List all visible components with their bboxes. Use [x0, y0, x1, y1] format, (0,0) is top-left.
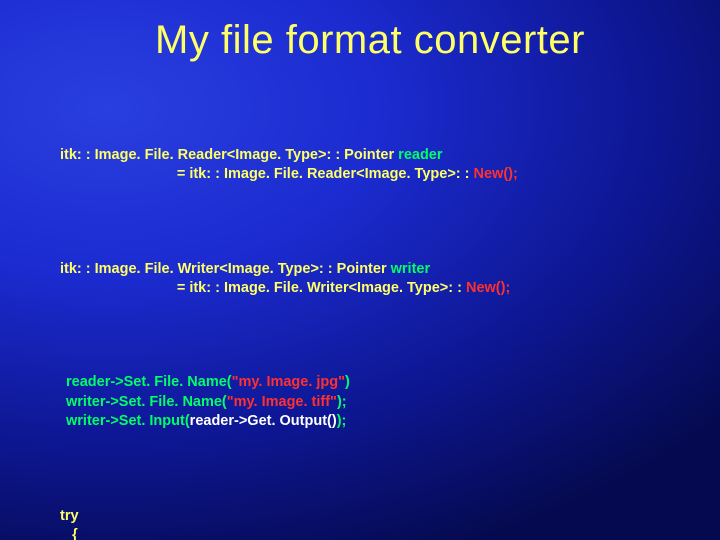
reader-setfn-call: reader->Set. File. Name( — [66, 374, 232, 390]
writer-setinput-close: ); — [337, 413, 347, 429]
writer-new-call: New(); — [466, 280, 510, 296]
writer-decl-type: itk: : Image. File. Writer<Image. Type>:… — [60, 261, 391, 277]
reader-decl-block: itk: : Image. File. Reader<Image. Type>:… — [60, 146, 680, 185]
writer-decl-block: itk: : Image. File. Writer<Image. Type>:… — [60, 260, 680, 299]
setfilename-block: reader->Set. File. Name("my. Image. jpg"… — [60, 373, 680, 432]
slide: My file format converter itk: : Image. F… — [0, 0, 720, 540]
try-open-brace: { — [60, 527, 78, 540]
writer-filename: "my. Image. tiff" — [227, 394, 337, 410]
code-body: itk: : Image. File. Reader<Image. Type>:… — [60, 87, 680, 540]
reader-setfn-close: ) — [345, 374, 350, 390]
slide-title: My file format converter — [60, 18, 680, 63]
reader-decl-type: itk: : Image. File. Reader<Image. Type>:… — [60, 147, 398, 163]
reader-new-call: New(); — [474, 166, 518, 182]
writer-assign-lhs: = itk: : Image. File. Writer<Image. Type… — [60, 280, 466, 296]
reader-getoutput: reader->Get. Output() — [190, 413, 337, 429]
writer-setinput-call: writer->Set. Input( — [66, 413, 190, 429]
reader-filename: "my. Image. jpg" — [232, 374, 345, 390]
try-catch-block: try { writer- >Update(); } catch (itk: :… — [60, 507, 680, 540]
writer-setfn-call: writer->Set. File. Name( — [66, 394, 227, 410]
reader-var: reader — [398, 147, 442, 163]
writer-var: writer — [391, 261, 431, 277]
writer-setfn-close: ); — [337, 394, 347, 410]
reader-assign-lhs: = itk: : Image. File. Reader<Image. Type… — [60, 166, 474, 182]
try-kw: try — [60, 508, 79, 524]
